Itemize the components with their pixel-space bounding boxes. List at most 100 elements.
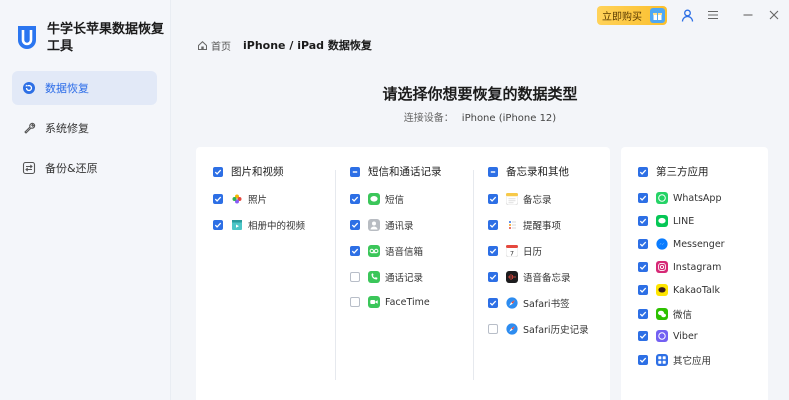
device-label: 连接设备：	[403, 113, 454, 124]
svg-text:7: 7	[510, 250, 514, 258]
facetime-icon	[368, 296, 380, 308]
data-type-option[interactable]: 照片	[213, 192, 267, 206]
device-value: iPhone (iPhone 12)	[461, 113, 557, 124]
checkbox-partial[interactable]	[488, 166, 498, 177]
option-label: WhatsApp	[673, 192, 722, 204]
page-title: 请选择你想要恢复的数据类型	[382, 85, 578, 103]
calendar-icon: 7	[506, 245, 518, 257]
data-type-option[interactable]: 7 日历	[488, 244, 542, 258]
data-type-option[interactable]: 通话记录	[350, 270, 423, 284]
option-label: 其它应用	[673, 356, 712, 367]
data-type-option[interactable]: 备忘录	[488, 192, 552, 206]
menu-icon[interactable]	[706, 8, 720, 22]
sidebar-item-backup-restore[interactable]: 备份&还原	[12, 151, 157, 185]
option-label: 短信	[385, 195, 405, 206]
data-type-option[interactable]: 提醒事项	[488, 218, 561, 232]
user-icon[interactable]	[680, 8, 694, 22]
data-type-option[interactable]: 微信	[638, 307, 692, 321]
whatsapp-icon	[656, 192, 668, 204]
checkbox-checked[interactable]	[638, 239, 648, 249]
checkbox-checked[interactable]	[638, 331, 648, 341]
contacts-icon	[368, 219, 380, 231]
safari-icon	[506, 297, 518, 309]
checkbox-checked[interactable]	[350, 246, 360, 256]
checkbox-checked[interactable]	[638, 355, 648, 365]
checkbox-checked[interactable]	[213, 194, 223, 204]
breadcrumb-home[interactable]: 首页	[211, 38, 231, 53]
checkbox-checked[interactable]	[638, 166, 648, 177]
sidebar-item-system-repair[interactable]: 系统修复	[12, 111, 157, 145]
checkbox-checked[interactable]	[350, 220, 360, 230]
data-type-option[interactable]: Viber	[638, 330, 698, 342]
wrench-icon	[22, 121, 36, 135]
data-type-option[interactable]: LINE	[638, 215, 694, 227]
group-third-party[interactable]: 第三方应用	[638, 164, 709, 179]
checkbox-checked[interactable]	[638, 216, 648, 226]
minimize-icon[interactable]	[741, 8, 755, 22]
data-type-option[interactable]: Instagram	[638, 261, 721, 273]
group-label: 第三方应用	[656, 166, 709, 178]
checkbox-unchecked[interactable]	[350, 297, 360, 307]
option-label: 日历	[523, 247, 543, 258]
data-type-option[interactable]: 相册中的视频	[213, 218, 305, 232]
data-type-option[interactable]: KakaoTalk	[638, 284, 720, 296]
home-icon[interactable]	[197, 40, 208, 51]
data-type-option[interactable]: WhatsApp	[638, 192, 721, 204]
checkbox-checked[interactable]	[638, 262, 648, 272]
video-icon	[231, 219, 243, 231]
data-type-option[interactable]: 语音备忘录	[488, 270, 571, 284]
data-type-option[interactable]: 短信	[350, 192, 404, 206]
data-type-option[interactable]: 通讯录	[350, 218, 414, 232]
device-info: 连接设备： iPhone (iPhone 12)	[171, 109, 789, 124]
breadcrumb: 首页 iPhone / iPad 数据恢复	[197, 37, 372, 53]
sidebar: 牛学长苹果数据恢复工具 数据恢复 系统修复 备份&还原	[0, 0, 171, 400]
option-label: FaceTime	[385, 296, 430, 308]
checkbox-checked[interactable]	[488, 220, 498, 230]
checkbox-unchecked[interactable]	[488, 324, 498, 334]
option-label: 照片	[248, 195, 268, 206]
checkbox-checked[interactable]	[213, 220, 223, 230]
line-icon	[656, 215, 668, 227]
checkbox-checked[interactable]	[638, 193, 648, 203]
checkbox-partial[interactable]	[350, 166, 360, 177]
checkbox-checked[interactable]	[488, 246, 498, 256]
kakaotalk-icon	[656, 284, 668, 296]
safari-icon	[506, 323, 518, 335]
option-label: 相册中的视频	[248, 221, 306, 232]
sidebar-item-label: 备份&还原	[45, 162, 98, 175]
data-type-option[interactable]: Safari书签	[488, 296, 570, 310]
close-icon[interactable]	[767, 8, 781, 22]
data-type-option[interactable]: 语音信箱	[350, 244, 423, 258]
checkbox-checked[interactable]	[213, 166, 223, 177]
reminders-icon	[506, 219, 518, 231]
group-messages[interactable]: 短信和通话记录	[350, 164, 442, 179]
sidebar-item-label: 系统修复	[45, 122, 89, 135]
messenger-icon	[656, 238, 668, 250]
column-divider	[473, 170, 474, 380]
checkbox-checked[interactable]	[488, 298, 498, 308]
checkbox-checked[interactable]	[488, 272, 498, 282]
group-label: 备忘录和其他	[506, 166, 569, 178]
option-label: Messenger	[673, 238, 725, 250]
data-type-option[interactable]: FaceTime	[350, 296, 430, 308]
checkbox-checked[interactable]	[638, 309, 648, 319]
group-media[interactable]: 图片和视频	[213, 164, 284, 179]
option-label: 通话记录	[385, 273, 424, 284]
option-label: 语音备忘录	[523, 273, 571, 284]
checkbox-checked[interactable]	[350, 194, 360, 204]
viber-icon	[656, 330, 668, 342]
option-label: 通讯录	[385, 221, 414, 232]
group-label: 图片和视频	[231, 166, 284, 178]
app-logo-icon	[18, 26, 36, 49]
checkbox-unchecked[interactable]	[350, 272, 360, 282]
data-type-option[interactable]: Safari历史记录	[488, 322, 589, 336]
checkbox-checked[interactable]	[488, 194, 498, 204]
data-type-option[interactable]: 其它应用	[638, 353, 711, 367]
notes-icon	[506, 193, 518, 205]
option-label: LINE	[673, 215, 695, 227]
sidebar-item-data-recovery[interactable]: 数据恢复	[12, 71, 157, 105]
checkbox-checked[interactable]	[638, 285, 648, 295]
buy-now-button[interactable]: 立即购买	[597, 6, 667, 25]
group-memos[interactable]: 备忘录和其他	[488, 164, 569, 179]
data-type-option[interactable]: Messenger	[638, 238, 725, 250]
